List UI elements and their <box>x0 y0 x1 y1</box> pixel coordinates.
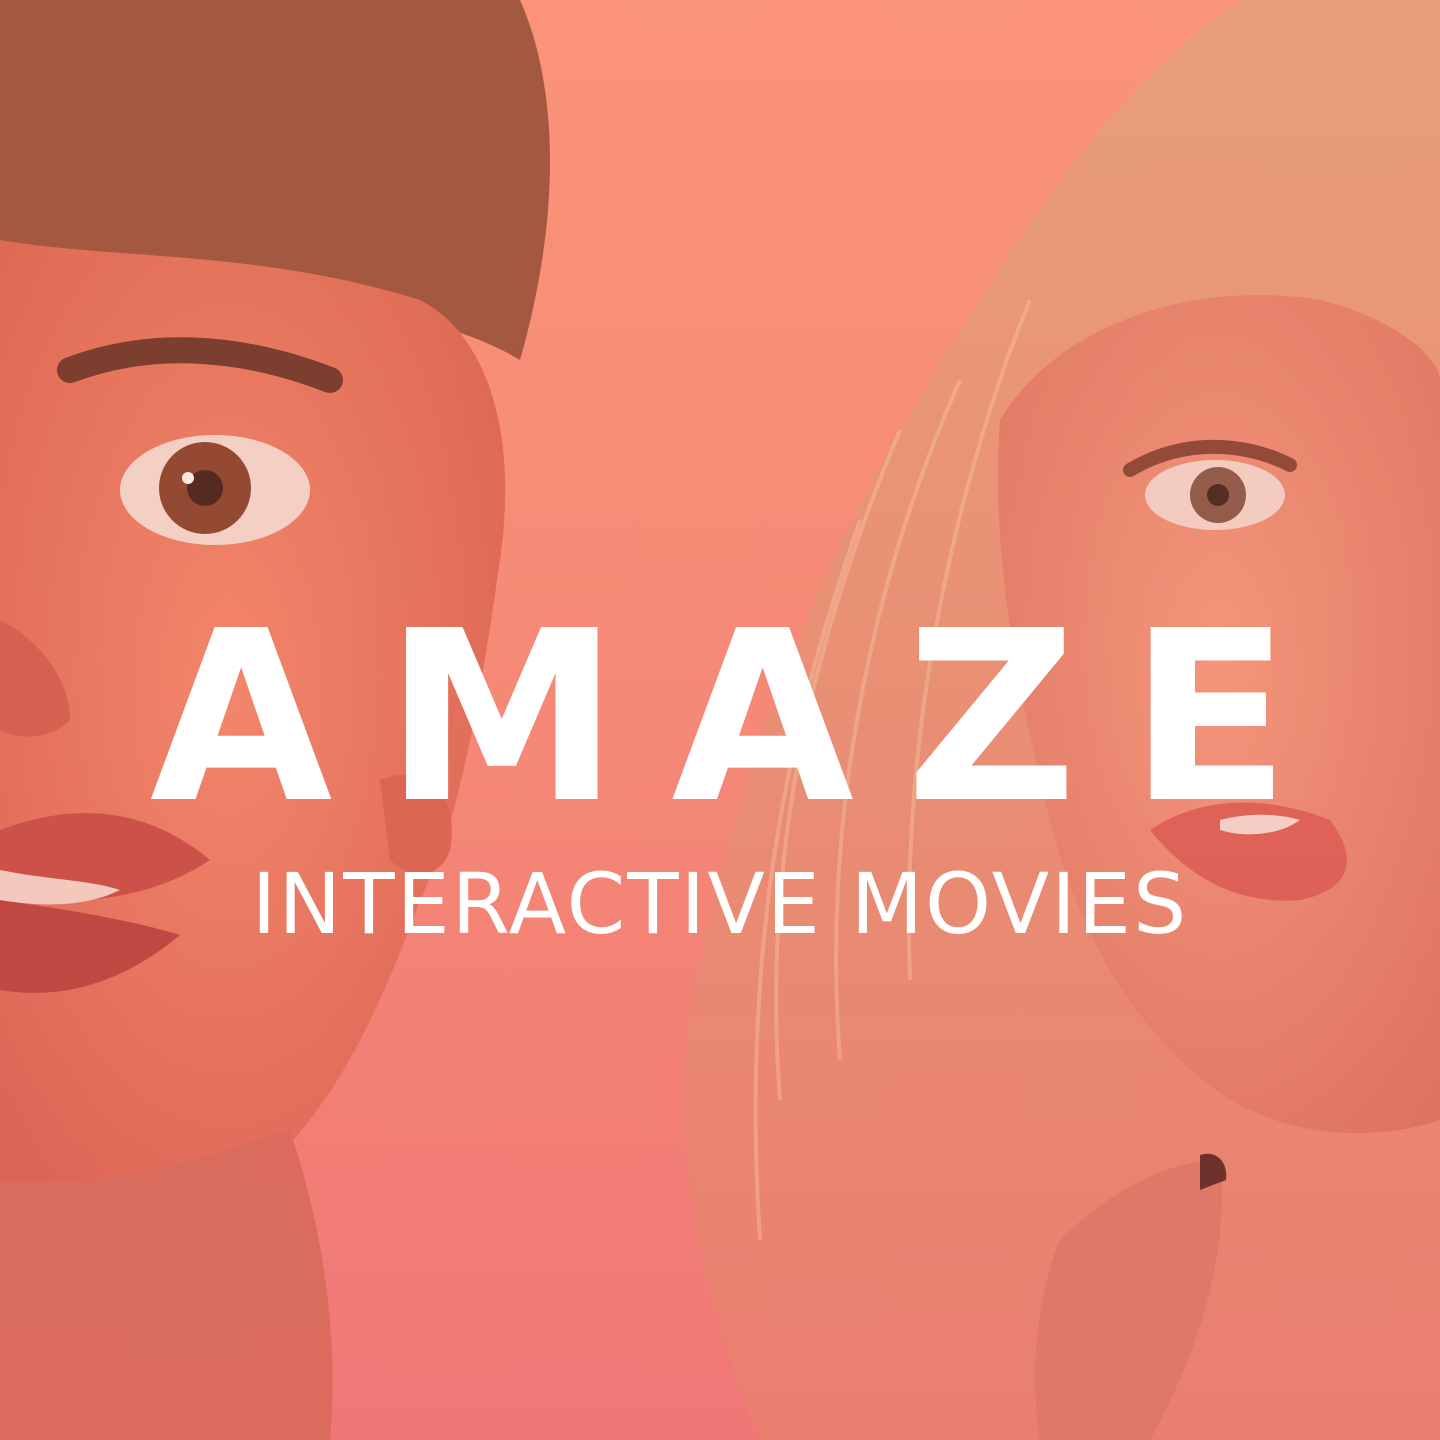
brand-title: AMAZE <box>149 580 1343 855</box>
brand-tagline: INTERACTIVE MOVIES <box>251 855 1189 953</box>
poster: AMAZE INTERACTIVE MOVIES <box>0 0 1440 1440</box>
